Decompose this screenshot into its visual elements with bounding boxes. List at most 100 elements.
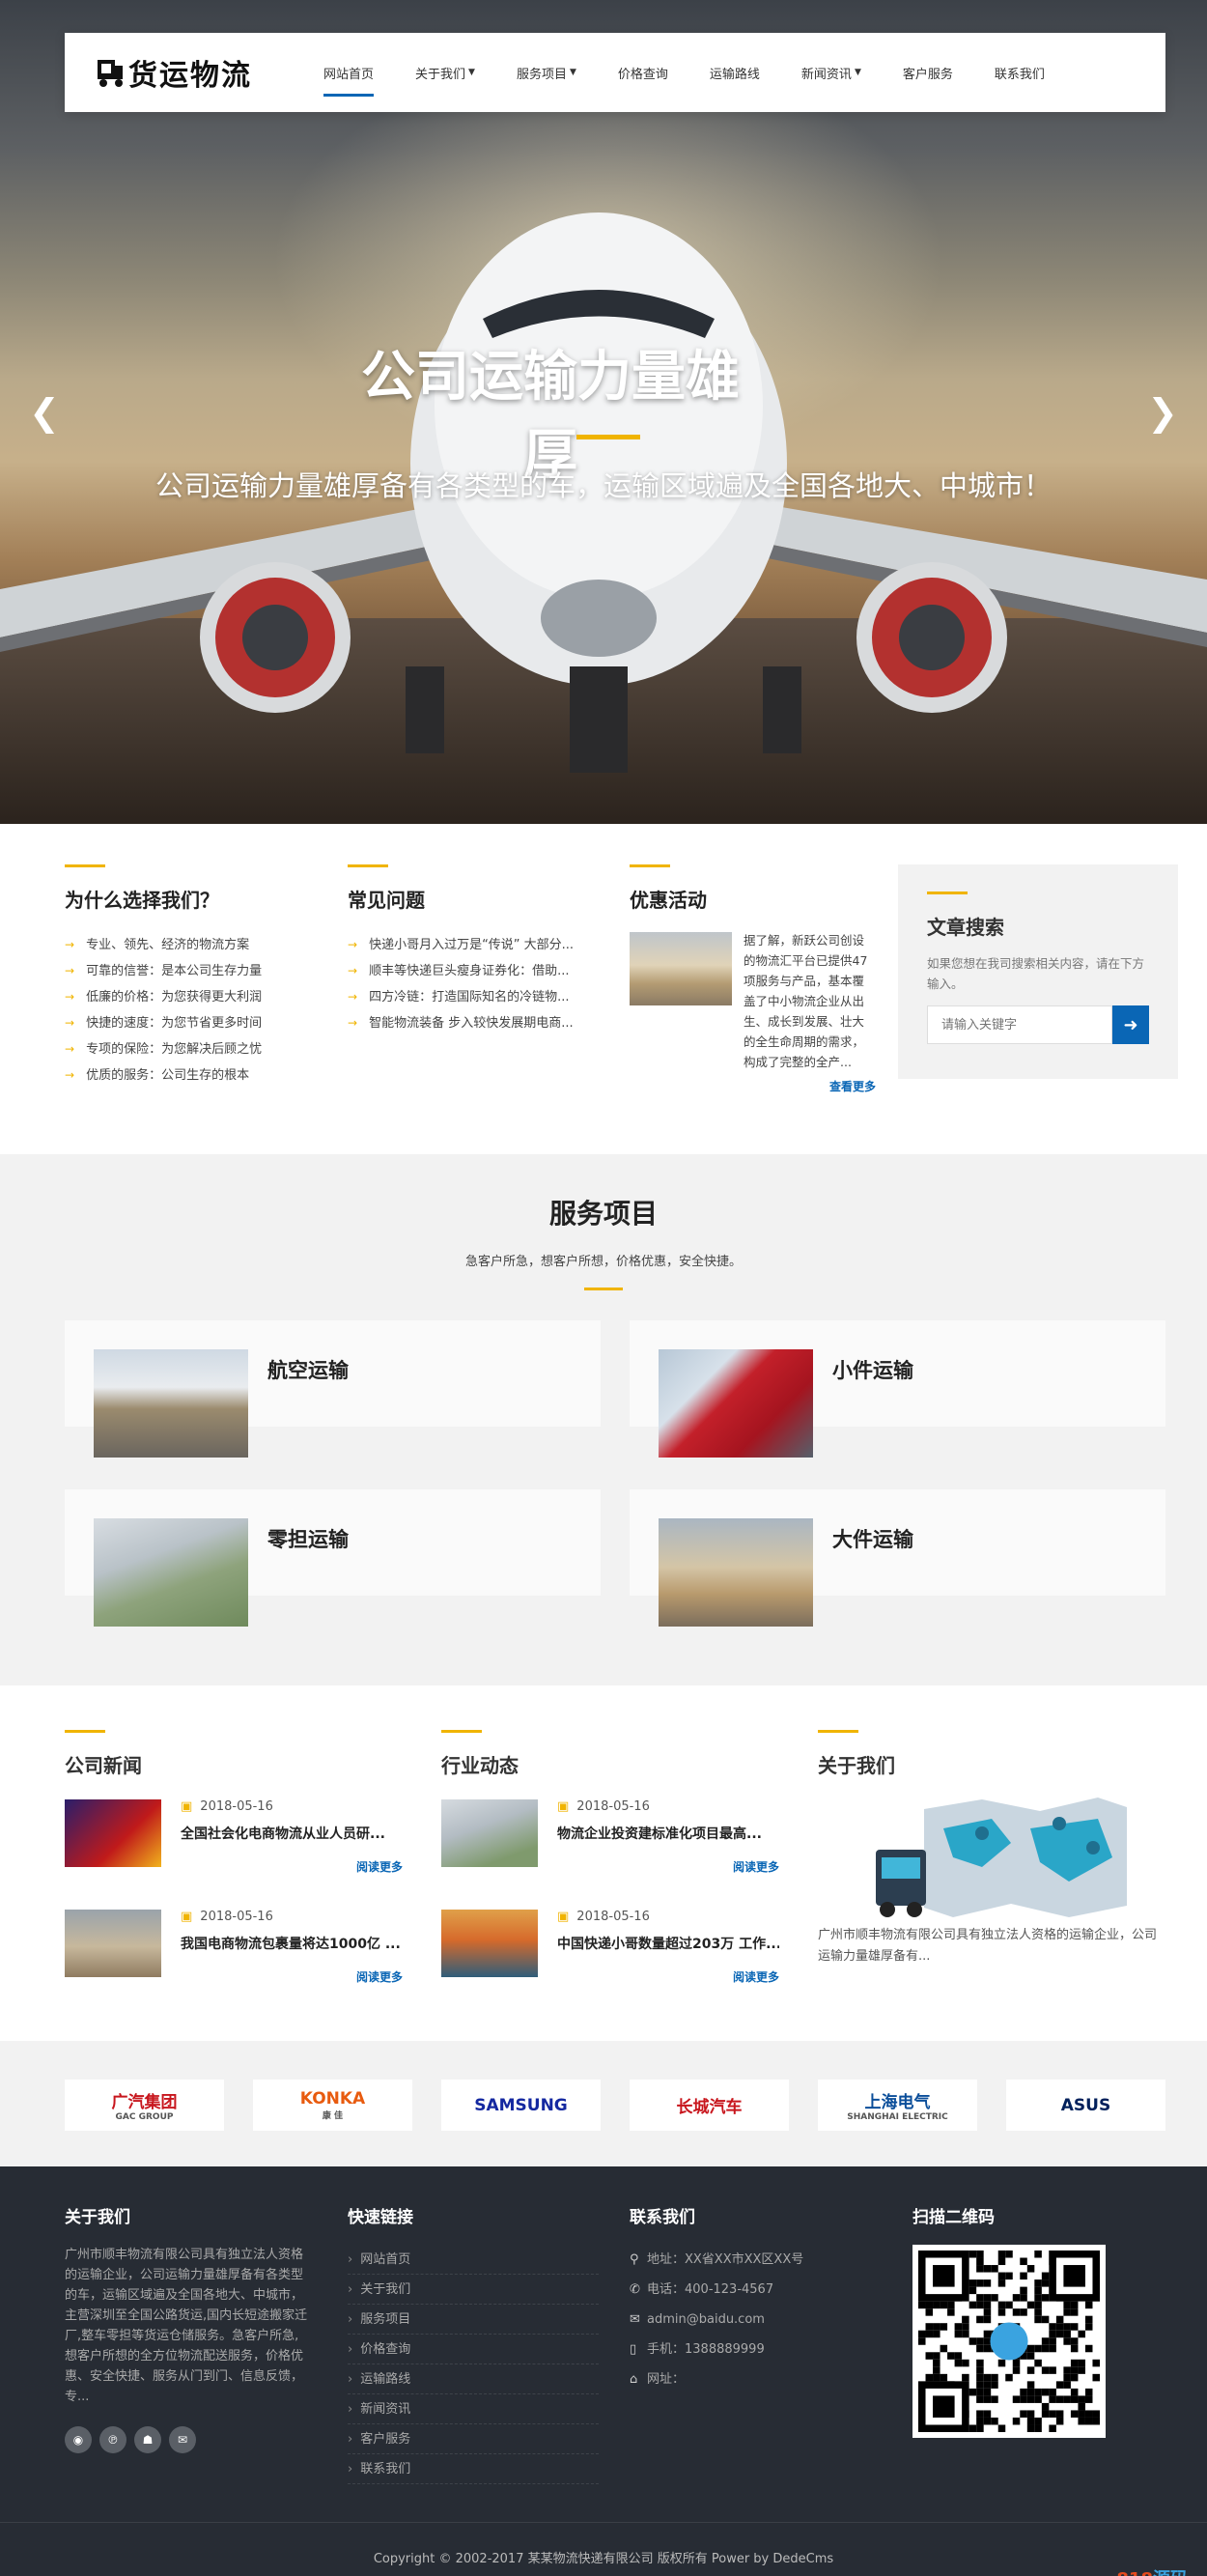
service-name: 零担运输 — [267, 1528, 349, 1551]
mail-icon[interactable]: ✉ — [169, 2426, 196, 2453]
contact-item: ✆ 电话：400-123-4567 — [630, 2275, 803, 2305]
services-title: 服务项目 — [548, 1198, 658, 1230]
footer-link[interactable]: › 联系我们 — [348, 2454, 599, 2484]
list-item[interactable]: → 四方冷链：打造国际知名的冷链物... — [348, 984, 599, 1010]
services-subtitle: 急客户所急，想客户所想，价格优惠，安全快捷。 — [464, 1255, 742, 1269]
partner-logo[interactable]: 广汽集团 GAC GROUP — [65, 2080, 224, 2131]
partner-logo[interactable]: ASUS — [1006, 2080, 1165, 2131]
list-item[interactable]: → 快捷的速度：为您节省更多时间 — [65, 1010, 316, 1036]
list-item[interactable]: → 专业、领先、经济的物流方案 — [65, 932, 316, 958]
partner-name: 广汽集团 — [111, 2093, 178, 2112]
service-card-large[interactable]: 大件运输 — [630, 1489, 1165, 1627]
about-text: 广州市顺丰物流有限公司具有独立法人资格的运输企业，公司运输力量雄厚备有... — [818, 1928, 1158, 1964]
partner-name: SAMSUNG — [474, 2095, 568, 2115]
qq-icon[interactable]: ☗ — [134, 2426, 161, 2453]
partner-subtitle: GAC GROUP — [115, 2112, 174, 2122]
read-more-link[interactable]: 阅读更多 — [557, 1968, 779, 1985]
chevron-right-icon: › — [348, 2432, 353, 2447]
list-item[interactable]: → 可靠的信誉：是本公司生存力量 — [65, 958, 316, 984]
chevron-right-icon: › — [348, 2312, 353, 2327]
list-item[interactable]: → 专项的保险：为您解决后顾之忧 — [65, 1036, 316, 1062]
service-card-ltl[interactable]: 零担运输 — [65, 1489, 601, 1627]
chevron-right-icon: › — [348, 2462, 353, 2477]
page: 货运物流 网站首页 关于我们 ▼ 服务项目 ▼ 价格查询 运输路线 新闻资讯 ▼ 客户服务 联系我们… — [0, 0, 1207, 2576]
partner-logo[interactable]: SAMSUNG — [441, 2080, 601, 2131]
list-item[interactable]: → 智能物流装备 步入较快发展期电商... — [348, 1010, 599, 1036]
nav-item[interactable]: 客户服务 — [903, 33, 953, 112]
site-logo[interactable]: 货运物流 — [96, 51, 289, 94]
footer-contact: 联系我们 ⚲ 地址：XX省XX市XX区XX号 ✆ 电话：400-123-4567 ✉ ad… — [630, 2203, 803, 2394]
nav-item[interactable]: 新闻资讯 ▼ — [801, 33, 861, 112]
partner-logo[interactable]: 长城汽车 — [630, 2080, 789, 2131]
partner-logo[interactable]: KONKA 康 佳 — [253, 2080, 412, 2131]
list-item[interactable]: → 快递小哥月入过万是“传说” 大部分... — [348, 932, 599, 958]
news-item[interactable]: ▣ 2018-05-16 我国电商物流包裹量将达1000亿 ... 阅读更多 — [65, 1910, 403, 2002]
promo-more-link[interactable]: 查看更多 — [630, 1078, 876, 1094]
faq: 常见问题 → 快递小哥月入过万是“传说” 大部分... → 顺丰等快递巨头瘦身证券化：… — [348, 864, 599, 1036]
chevron-right-icon[interactable]: ❯ — [1147, 391, 1178, 434]
footer-link[interactable]: › 客户服务 — [348, 2424, 599, 2454]
calendar-icon: ▣ — [557, 1910, 570, 1924]
partner-name: ASUS — [1060, 2095, 1111, 2115]
caret-down-icon: ▼ — [854, 68, 861, 77]
nav-item[interactable]: 服务项目 ▼ — [517, 33, 576, 112]
nav-item[interactable]: 联系我们 — [995, 33, 1045, 112]
chevron-right-icon: › — [348, 2372, 353, 2387]
contact-item: ✉ admin@baidu.com — [630, 2305, 803, 2335]
arrow-right-icon: → — [65, 1068, 75, 1082]
industry-news: 行业动态 ▣ 2018-05-16 物流企业投资建标准化项目最高... 阅读更多 … — [441, 1730, 779, 2020]
footer-links: 快速链接 › 网站首页 › 关于我们 › 服务项目 › 价格查询 › 运输路线 › 新闻资讯 › 客户服务… — [348, 2203, 599, 2484]
footer-about-text: 广州市顺丰物流有限公司具有独立法人资格的运输企业，公司运输力量雄厚备有各类型的车… — [65, 2248, 308, 2404]
partner-subtitle: SHANGHAI ELECTRIC — [847, 2112, 948, 2122]
list-item[interactable]: → 低廉的价格：为您获得更大利润 — [65, 984, 316, 1010]
promotions: 优惠活动 据了解，新跃公司创设的物流汇平台已提供47项服务与产品，基本覆盖了中小… — [630, 864, 876, 1094]
footer: 关于我们 广州市顺丰物流有限公司具有独立法人资格的运输企业，公司运输力量雄厚备有… — [0, 2166, 1207, 2576]
news-item[interactable]: ▣ 2018-05-16 全国社会化电商物流从业人员研... 阅读更多 — [65, 1799, 403, 1892]
search-button[interactable]: ➜ — [1112, 1005, 1149, 1044]
article-search: 文章搜索 如果您想在我司搜索相关内容，请在下方输入。 ➜ — [898, 864, 1178, 1079]
nav-item[interactable]: 关于我们 ▼ — [415, 33, 475, 112]
read-more-link[interactable]: 阅读更多 — [181, 1968, 403, 1985]
news-title[interactable]: 我国电商物流包裹量将达1000亿 ... — [181, 1934, 403, 1953]
list-item[interactable]: → 顺丰等快递巨头瘦身证券化：借助... — [348, 958, 599, 984]
read-more-link[interactable]: 阅读更多 — [557, 1858, 779, 1875]
service-card-air[interactable]: 航空运输 — [65, 1320, 601, 1458]
arrow-right-icon: ➜ — [1123, 1014, 1138, 1035]
partner-subtitle: 康 佳 — [322, 2111, 344, 2121]
arrow-right-icon: → — [65, 990, 75, 1004]
services-section: 服务项目 急客户所急，想客户所想，价格优惠，安全快捷。 航空运输 小件运输 零担… — [0, 1154, 1207, 1685]
nav-item[interactable]: 网站首页 — [323, 33, 375, 112]
chevron-left-icon[interactable]: ❮ — [29, 391, 60, 434]
hero-banner: 货运物流 网站首页 关于我们 ▼ 服务项目 ▼ 价格查询 运输路线 新闻资讯 ▼ 客户服务 联系我们… — [0, 0, 1207, 824]
weibo-icon[interactable]: ◉ — [65, 2426, 92, 2453]
partner-name: 上海电气 — [864, 2093, 931, 2112]
news-title[interactable]: 全国社会化电商物流从业人员研... — [181, 1824, 403, 1843]
news-thumbnail — [441, 1799, 538, 1867]
footer-link[interactable]: › 关于我们 — [348, 2275, 599, 2305]
footer-link[interactable]: › 网站首页 — [348, 2245, 599, 2275]
partner-logo[interactable]: 上海电气 SHANGHAI ELECTRIC — [818, 2080, 977, 2131]
service-image — [659, 1518, 813, 1627]
footer-link[interactable]: › 服务项目 — [348, 2305, 599, 2335]
arrow-right-icon: → — [348, 938, 358, 951]
service-card-small[interactable]: 小件运输 — [630, 1320, 1165, 1458]
news-title[interactable]: 物流企业投资建标准化项目最高... — [557, 1824, 779, 1843]
news-title[interactable]: 中国快递小哥数量超过203万 工作... — [557, 1934, 779, 1953]
list-item[interactable]: → 优质的服务：公司生存的根本 — [65, 1062, 316, 1089]
site-badge[interactable]: 818源码 — [1116, 2565, 1188, 2576]
footer-link[interactable]: › 价格查询 — [348, 2335, 599, 2364]
nav-item[interactable]: 运输路线 — [710, 33, 760, 112]
footer-qr: 扫描二维码 — [912, 2203, 1106, 2438]
pinterest-icon[interactable]: ℗ — [99, 2426, 126, 2453]
service-name: 小件运输 — [832, 1359, 913, 1382]
news-section: 公司新闻 ▣ 2018-05-16 全国社会化电商物流从业人员研... 阅读更多 … — [0, 1685, 1207, 2041]
news-item[interactable]: ▣ 2018-05-16 物流企业投资建标准化项目最高... 阅读更多 — [441, 1799, 779, 1892]
news-item[interactable]: ▣ 2018-05-16 中国快递小哥数量超过203万 工作... 阅读更多 — [441, 1910, 779, 2002]
read-more-link[interactable]: 阅读更多 — [181, 1858, 403, 1875]
partners-section: 广汽集团 GAC GROUP KONKA 康 佳 SAMSUNG 长城汽车 上海电气 SHAN… — [0, 2041, 1207, 2166]
search-input[interactable] — [927, 1005, 1112, 1044]
promo-image[interactable] — [630, 932, 732, 1005]
footer-link[interactable]: › 新闻资讯 — [348, 2394, 599, 2424]
footer-link[interactable]: › 运输路线 — [348, 2364, 599, 2394]
nav-item[interactable]: 价格查询 — [618, 33, 668, 112]
